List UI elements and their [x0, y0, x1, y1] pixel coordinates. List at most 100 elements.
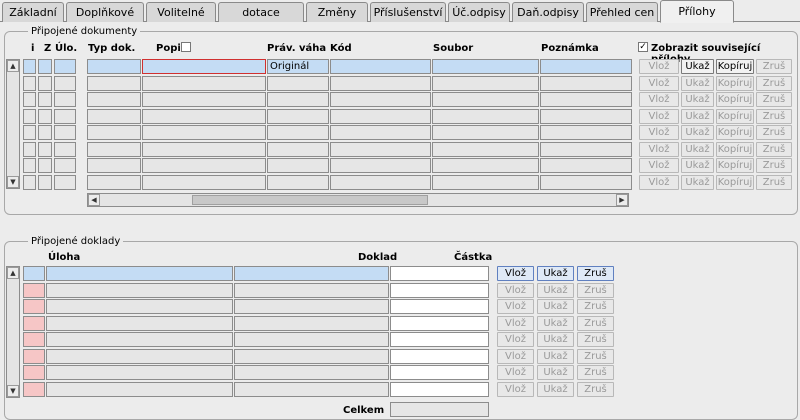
- document-col-ulo-cell[interactable]: [54, 158, 76, 173]
- ukaz-button[interactable]: Ukaž: [681, 174, 714, 190]
- document-col-z-cell[interactable]: [38, 59, 52, 74]
- vloz-button[interactable]: Vlož: [497, 348, 534, 364]
- tab-prehled-cen[interactable]: Přehled cen: [586, 2, 658, 22]
- ukaz-button[interactable]: Ukaž: [537, 282, 574, 298]
- receipt-col-uloha-cell[interactable]: [46, 315, 233, 331]
- zrus-button[interactable]: Zruš: [756, 108, 792, 124]
- receipt-col-marker-cell[interactable]: [23, 332, 45, 347]
- document-col-ulo-cell[interactable]: [54, 174, 76, 190]
- receipt-col-castka-cell[interactable]: [390, 348, 489, 364]
- document-col-popis-cell[interactable]: [142, 59, 266, 74]
- receipt-col-doklad-cell[interactable]: [234, 332, 389, 347]
- receipt-col-uloha-cell[interactable]: [46, 381, 233, 397]
- document-col-i-cell[interactable]: [23, 158, 36, 173]
- document-col-soubor-cell[interactable]: [432, 75, 539, 91]
- receipt-col-marker-cell[interactable]: [23, 266, 45, 281]
- vloz-button[interactable]: Vlož: [639, 125, 679, 140]
- document-col-poznamka-cell[interactable]: [540, 92, 632, 107]
- scroll-up-icon[interactable]: ▲: [7, 60, 19, 72]
- document-col-soubor-cell[interactable]: [432, 174, 539, 190]
- document-col-z-cell[interactable]: [38, 174, 52, 190]
- document-col-i-cell[interactable]: [23, 141, 36, 157]
- tab-dotace[interactable]: dotace: [218, 2, 304, 22]
- receipt-col-marker-cell[interactable]: [23, 365, 45, 380]
- document-col-ulo-cell[interactable]: [54, 141, 76, 157]
- document-col-soubor-cell[interactable]: [432, 92, 539, 107]
- receipt-col-doklad-cell[interactable]: [234, 299, 389, 314]
- zrus-button[interactable]: Zruš: [756, 174, 792, 190]
- document-col-z-cell[interactable]: [38, 75, 52, 91]
- kopiruj-button[interactable]: Kopíruj: [716, 141, 754, 157]
- document-col-z-cell[interactable]: [38, 108, 52, 124]
- scroll-down-icon[interactable]: ▼: [7, 176, 19, 188]
- zrus-button[interactable]: Zruš: [577, 348, 614, 364]
- document-col-kod-cell[interactable]: [330, 59, 431, 74]
- document-col-popis-cell[interactable]: [142, 92, 266, 107]
- document-col-kod-cell[interactable]: [330, 141, 431, 157]
- document-col-popis-cell[interactable]: [142, 158, 266, 173]
- document-col-prav-vaha-cell[interactable]: [267, 108, 329, 124]
- document-col-prav-vaha-cell[interactable]: Originál: [267, 59, 329, 74]
- zrus-button[interactable]: Zruš: [577, 299, 614, 314]
- kopiruj-button[interactable]: Kopíruj: [716, 59, 754, 74]
- document-col-typ-dok-cell[interactable]: [87, 108, 141, 124]
- ukaz-button[interactable]: Ukaž: [537, 315, 574, 331]
- document-col-ulo-cell[interactable]: [54, 59, 76, 74]
- document-col-i-cell[interactable]: [23, 174, 36, 190]
- tab-volitelne[interactable]: Volitelné: [146, 2, 216, 22]
- document-col-prav-vaha-cell[interactable]: [267, 174, 329, 190]
- zrus-button[interactable]: Zruš: [577, 315, 614, 331]
- document-col-popis-cell[interactable]: [142, 125, 266, 140]
- document-col-soubor-cell[interactable]: [432, 141, 539, 157]
- scroll-left-icon[interactable]: ◀: [88, 194, 100, 206]
- document-col-i-cell[interactable]: [23, 59, 36, 74]
- receipt-col-castka-cell[interactable]: [390, 332, 489, 347]
- receipt-col-castka-cell[interactable]: [390, 282, 489, 298]
- ukaz-button[interactable]: Ukaž: [681, 75, 714, 91]
- vloz-button[interactable]: Vlož: [639, 174, 679, 190]
- receipt-col-uloha-cell[interactable]: [46, 332, 233, 347]
- document-col-prav-vaha-cell[interactable]: [267, 75, 329, 91]
- receipt-col-marker-cell[interactable]: [23, 348, 45, 364]
- document-col-poznamka-cell[interactable]: [540, 125, 632, 140]
- vloz-button[interactable]: Vlož: [639, 141, 679, 157]
- document-col-ulo-cell[interactable]: [54, 108, 76, 124]
- tab-prislusenstvi[interactable]: Příslušenství: [370, 2, 446, 22]
- document-col-poznamka-cell[interactable]: [540, 174, 632, 190]
- receipt-col-doklad-cell[interactable]: [234, 381, 389, 397]
- vloz-button[interactable]: Vlož: [639, 108, 679, 124]
- receipt-col-doklad-cell[interactable]: [234, 315, 389, 331]
- ukaz-button[interactable]: Ukaž: [681, 59, 714, 74]
- ukaz-button[interactable]: Ukaž: [537, 365, 574, 380]
- receipt-col-doklad-cell[interactable]: [234, 282, 389, 298]
- zrus-button[interactable]: Zruš: [756, 141, 792, 157]
- zrus-button[interactable]: Zruš: [577, 282, 614, 298]
- document-col-soubor-cell[interactable]: [432, 59, 539, 74]
- receipt-col-castka-cell[interactable]: [390, 365, 489, 380]
- receipt-col-doklad-cell[interactable]: [234, 266, 389, 281]
- document-col-ulo-cell[interactable]: [54, 75, 76, 91]
- kopiruj-button[interactable]: Kopíruj: [716, 125, 754, 140]
- ukaz-button[interactable]: Ukaž: [681, 158, 714, 173]
- kopiruj-button[interactable]: Kopíruj: [716, 92, 754, 107]
- zrus-button[interactable]: Zruš: [577, 266, 614, 281]
- document-col-kod-cell[interactable]: [330, 75, 431, 91]
- receipts-vertical-scrollbar[interactable]: ▲ ▼: [6, 266, 20, 398]
- vloz-button[interactable]: Vlož: [497, 266, 534, 281]
- document-col-poznamka-cell[interactable]: [540, 158, 632, 173]
- tab-prilohy[interactable]: Přílohy: [660, 0, 734, 23]
- kopiruj-button[interactable]: Kopíruj: [716, 174, 754, 190]
- document-col-kod-cell[interactable]: [330, 174, 431, 190]
- ukaz-button[interactable]: Ukaž: [537, 266, 574, 281]
- tab-danove-odpisy[interactable]: Daň.odpisy: [512, 2, 584, 22]
- receipt-col-castka-cell[interactable]: [390, 266, 489, 281]
- popis-checkbox[interactable]: [181, 42, 191, 52]
- tab-zakladni[interactable]: Základní: [2, 2, 64, 22]
- document-col-prav-vaha-cell[interactable]: [267, 125, 329, 140]
- tab-ucetni-odpisy[interactable]: Úč.odpisy: [448, 2, 510, 22]
- scroll-down-icon[interactable]: ▼: [7, 385, 19, 397]
- receipt-col-uloha-cell[interactable]: [46, 299, 233, 314]
- vloz-button[interactable]: Vlož: [639, 59, 679, 74]
- document-col-z-cell[interactable]: [38, 125, 52, 140]
- scroll-right-icon[interactable]: ▶: [616, 194, 628, 206]
